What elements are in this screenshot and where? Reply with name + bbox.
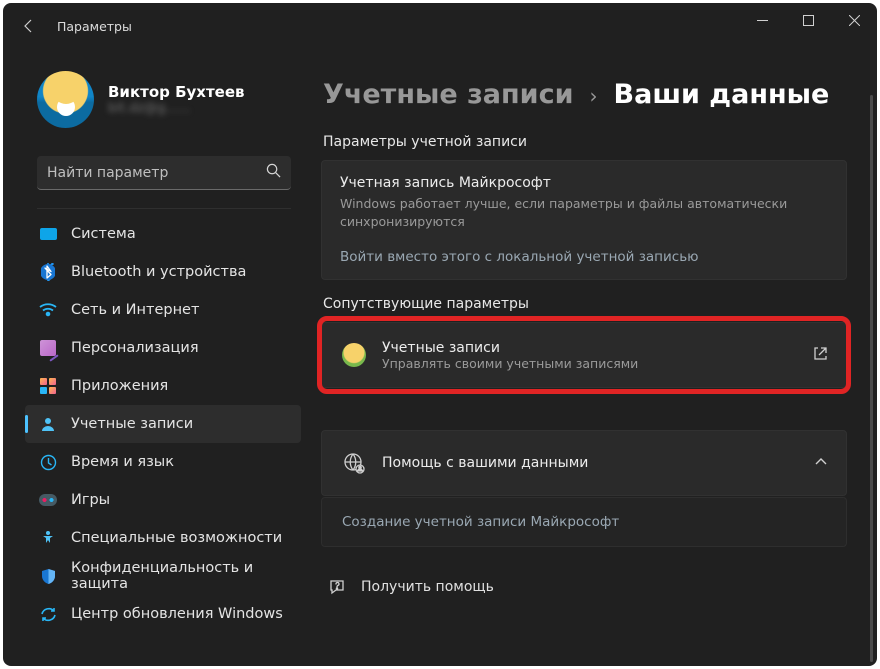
search-icon (266, 163, 281, 182)
window-title: Параметры (57, 19, 132, 34)
shield-icon (39, 567, 57, 585)
get-help-link[interactable]: Получить помощь (317, 571, 865, 597)
sidebar-item-label: Приложения (71, 378, 168, 394)
globe-person-icon (340, 449, 368, 477)
user-profile[interactable]: Виктор Бухтеев bit.dz@g...... (7, 71, 309, 128)
ms-account-subtitle: Windows работает лучше, если параметры и… (340, 195, 828, 231)
scrollbar[interactable] (870, 95, 873, 662)
maximize-button[interactable] (785, 3, 831, 37)
sidebar-item-label: Персонализация (71, 340, 199, 356)
sidebar-item-label: Учетные записи (71, 416, 193, 432)
minimize-button[interactable] (739, 3, 785, 37)
help-with-data-title: Помощь с вашими данными (382, 455, 800, 471)
window-controls (739, 3, 877, 37)
help-icon (327, 577, 347, 597)
titlebar: Параметры (3, 3, 877, 49)
settings-window: Параметры Виктор Бухтеев bit.dz@g...... (3, 3, 877, 666)
create-ms-account-link[interactable]: Создание учетной записи Майкрософт (321, 497, 847, 547)
sidebar-item-system[interactable]: Система (25, 215, 301, 253)
close-icon (849, 15, 860, 26)
open-external-icon (813, 346, 828, 365)
sidebar-item-label: Время и язык (71, 454, 174, 470)
help-with-data-expander[interactable]: Помощь с вашими данными (321, 430, 847, 496)
sidebar-item-accounts[interactable]: Учетные записи (25, 405, 301, 443)
sidebar: Виктор Бухтеев bit.dz@g...... Найти пара… (3, 49, 313, 666)
sidebar-item-label: Специальные возможности (71, 530, 282, 546)
chevron-right-icon: › (590, 84, 598, 108)
sidebar-item-label: Конфиденциальность и защита (71, 560, 285, 592)
create-ms-account-label: Создание учетной записи Майкрософт (342, 514, 619, 530)
accounts-card-subtitle: Управлять своими учетными записями (382, 356, 799, 371)
back-button[interactable] (9, 6, 49, 46)
sidebar-item-label: Центр обновления Windows (71, 606, 283, 622)
monitor-icon (39, 225, 57, 243)
divider (37, 208, 291, 209)
sidebar-item-label: Система (71, 226, 136, 242)
nav-list: Система Bluetooth и устройства Сеть и Ин… (7, 215, 309, 633)
accounts-link-card[interactable]: Учетные записи Управлять своими учетными… (321, 322, 847, 388)
clock-globe-icon (39, 453, 57, 471)
sidebar-item-network[interactable]: Сеть и Интернет (25, 291, 301, 329)
sidebar-item-label: Игры (71, 492, 110, 508)
minimize-icon (757, 15, 768, 26)
gamepad-icon (39, 491, 57, 509)
accessibility-icon (39, 529, 57, 547)
sidebar-item-bluetooth[interactable]: Bluetooth и устройства (25, 253, 301, 291)
search-input[interactable]: Найти параметр (37, 156, 291, 190)
accounts-card-title: Учетные записи (382, 340, 799, 356)
person-icon (39, 415, 57, 433)
search-placeholder: Найти параметр (47, 165, 266, 181)
avatar (37, 71, 94, 128)
breadcrumb: Учетные записи › Ваши данные (317, 79, 865, 110)
section-header-related: Сопутствующие параметры (317, 296, 865, 312)
maximize-icon (803, 15, 814, 26)
main-content: Учетные записи › Ваши данные Параметры у… (313, 49, 877, 666)
user-info: Виктор Бухтеев bit.dz@g...... (108, 83, 245, 116)
sidebar-item-label: Сеть и Интернет (71, 302, 199, 318)
chevron-up-icon (814, 454, 828, 473)
sidebar-item-accessibility[interactable]: Специальные возможности (25, 519, 301, 557)
sidebar-item-label: Bluetooth и устройства (71, 264, 246, 280)
section-header-account-params: Параметры учетной записи (317, 134, 865, 150)
close-button[interactable] (831, 3, 877, 37)
ms-account-card: Учетная запись Майкрософт Windows работа… (321, 160, 847, 280)
user-name: Виктор Бухтеев (108, 83, 245, 101)
sidebar-item-windows-update[interactable]: Центр обновления Windows (25, 595, 301, 633)
sidebar-item-privacy[interactable]: Конфиденциальность и защита (25, 557, 301, 595)
ms-account-title: Учетная запись Майкрософт (340, 175, 828, 191)
sidebar-item-apps[interactable]: Приложения (25, 367, 301, 405)
avatar-small-icon (340, 341, 368, 369)
sync-icon (39, 605, 57, 623)
highlight-accounts: Учетные записи Управлять своими учетными… (321, 322, 847, 388)
apps-icon (39, 377, 57, 395)
sidebar-item-time-language[interactable]: Время и язык (25, 443, 301, 481)
switch-to-local-account-link[interactable]: Войти вместо этого с локальной учетной з… (340, 249, 699, 265)
brush-icon (39, 339, 57, 357)
get-help-label: Получить помощь (361, 579, 494, 595)
wifi-icon (39, 301, 57, 319)
arrow-left-icon (21, 18, 37, 34)
user-email: bit.dz@g...... (108, 101, 245, 116)
breadcrumb-current: Ваши данные (614, 79, 830, 110)
sidebar-item-personalization[interactable]: Персонализация (25, 329, 301, 367)
bluetooth-icon (39, 263, 57, 281)
breadcrumb-parent[interactable]: Учетные записи (323, 79, 574, 110)
sidebar-item-gaming[interactable]: Игры (25, 481, 301, 519)
